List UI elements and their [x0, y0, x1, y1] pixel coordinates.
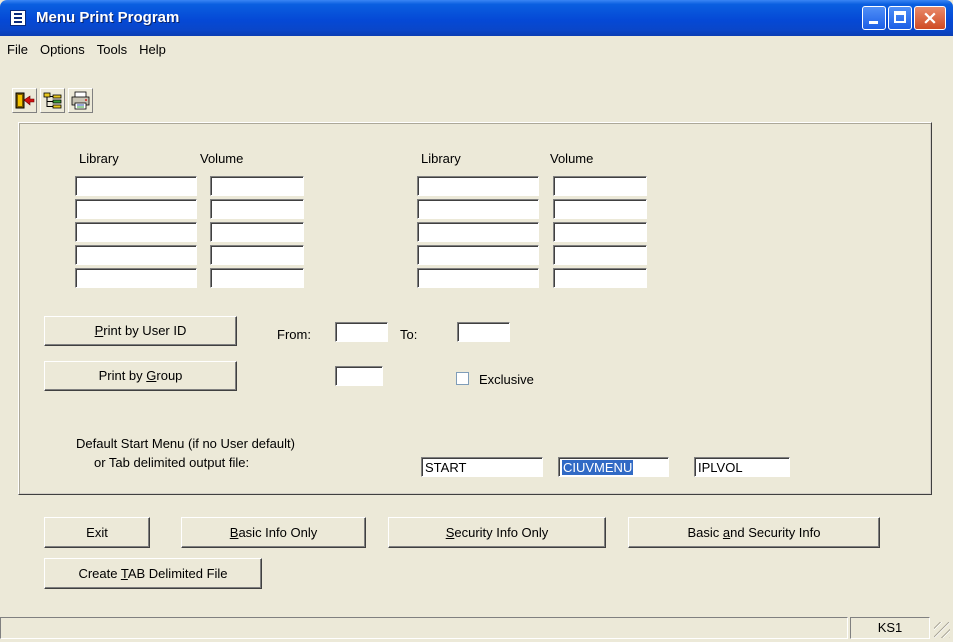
tree-icon — [43, 92, 62, 109]
basic-and-security-info-button[interactable]: Basic and Security Info — [628, 517, 880, 548]
from-label: From: — [277, 327, 311, 342]
toolbar-tree-button[interactable] — [40, 88, 65, 113]
close-button[interactable]: × — [914, 6, 946, 30]
window-title: Menu Print Program — [36, 9, 180, 26]
library-label-right: Library — [421, 151, 461, 166]
volume-label-left: Volume — [200, 151, 244, 166]
minimize-button[interactable] — [862, 6, 886, 30]
library-input-right-4[interactable] — [417, 245, 539, 265]
group-input[interactable] — [335, 366, 383, 386]
status-bar-station: KS1 — [850, 617, 930, 639]
maximize-button[interactable] — [888, 6, 912, 30]
library-input-right-3[interactable] — [417, 222, 539, 242]
volume-input-left-1[interactable] — [210, 176, 304, 196]
security-info-only-button[interactable]: Security Info Only — [388, 517, 606, 548]
volume-input-right-1[interactable] — [553, 176, 647, 196]
to-label: To: — [400, 327, 418, 342]
library-input-left-2[interactable] — [75, 199, 197, 219]
title-bar[interactable]: Menu Print Program × — [0, 0, 953, 36]
library-label-left: Library — [79, 151, 119, 166]
exclusive-checkbox[interactable] — [456, 372, 469, 385]
print-by-group-button[interactable]: Print by Group — [44, 361, 237, 391]
status-bar-main — [0, 617, 848, 639]
default-menu-label: Default Start Menu (if no User default) — [76, 436, 295, 451]
window-icon — [10, 10, 26, 26]
print-by-user-id-button[interactable]: Print by User ID — [44, 316, 237, 346]
resize-grip-icon[interactable] — [934, 622, 950, 638]
library-input-right-2[interactable] — [417, 199, 539, 219]
volume-input-left-5[interactable] — [210, 268, 304, 288]
volume-label-right: Volume — [550, 151, 594, 166]
to-user-input[interactable] — [457, 322, 510, 342]
library-input-right-1[interactable] — [417, 176, 539, 196]
library-input-left-1[interactable] — [75, 176, 197, 196]
print-icon — [71, 91, 90, 110]
volume-input-left-2[interactable] — [210, 199, 304, 219]
close-icon: × — [922, 7, 938, 29]
toolbar-print-button[interactable] — [68, 88, 93, 113]
library-input-left-4[interactable] — [75, 245, 197, 265]
volume-input-left-3[interactable] — [210, 222, 304, 242]
volume-input-right-2[interactable] — [553, 199, 647, 219]
menu-options[interactable]: Options — [34, 42, 91, 57]
toolbar-exit-button[interactable] — [12, 88, 37, 113]
menu-bar: File Options Tools Help — [0, 36, 953, 62]
volume-input-right-4[interactable] — [553, 245, 647, 265]
exit-icon — [15, 92, 35, 109]
library-input-left-5[interactable] — [75, 268, 197, 288]
minimize-icon — [869, 21, 878, 24]
library-input-right-5[interactable] — [417, 268, 539, 288]
volume-name-input[interactable]: IPLVOL — [694, 457, 790, 477]
library-input-left-3[interactable] — [75, 222, 197, 242]
menu-name-input[interactable]: CIUVMENU — [558, 457, 669, 477]
menu-help[interactable]: Help — [133, 42, 172, 57]
menu-tools[interactable]: Tools — [91, 42, 133, 57]
menu-name-selection: CIUVMENU — [562, 460, 634, 475]
output-file-label: or Tab delimited output file: — [94, 455, 250, 470]
volume-input-right-5[interactable] — [553, 268, 647, 288]
maximize-icon — [894, 11, 906, 23]
volume-input-right-3[interactable] — [553, 222, 647, 242]
exit-button[interactable]: Exit — [44, 517, 150, 548]
volume-input-left-4[interactable] — [210, 245, 304, 265]
exclusive-label[interactable]: Exclusive — [479, 372, 534, 387]
basic-info-only-button[interactable]: Basic Info Only — [181, 517, 366, 548]
menu-file[interactable]: File — [0, 42, 34, 57]
from-user-input[interactable] — [335, 322, 388, 342]
create-tab-delimited-file-button[interactable]: Create TAB Delimited File — [44, 558, 262, 589]
start-menu-input[interactable]: START — [421, 457, 543, 477]
